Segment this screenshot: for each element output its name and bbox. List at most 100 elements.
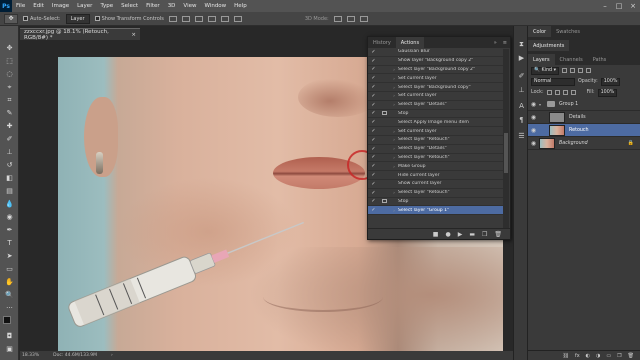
action-step-row[interactable]: ✓ Gaussian Blur [368, 48, 504, 57]
toggle-check-icon[interactable]: ✓ [368, 66, 379, 72]
new-group-icon[interactable]: ▭ [606, 353, 611, 359]
toggle-check-icon[interactable]: ✓ [368, 207, 379, 213]
toggle-check-icon[interactable]: ✓ [368, 84, 379, 90]
play-icon[interactable]: ▶ [458, 231, 463, 238]
3d-pan-icon[interactable] [359, 15, 368, 22]
action-step-row[interactable]: ✓ Stop [368, 110, 504, 119]
shape-tool-icon[interactable]: ▭ [4, 265, 15, 274]
panel-menu-icon[interactable]: ≡ [500, 37, 510, 48]
healing-brush-tool-icon[interactable]: ✚ [4, 122, 15, 131]
maximize-button[interactable]: □ [612, 0, 626, 12]
toggle-check-icon[interactable]: ✓ [368, 110, 379, 116]
visibility-eye-icon[interactable]: ◉ [528, 127, 539, 134]
blur-tool-icon[interactable]: 💧 [4, 200, 15, 209]
dodge-tool-icon[interactable]: ◉ [4, 213, 15, 222]
clone-stamp-tool-icon[interactable]: ⊥ [4, 148, 15, 157]
expand-arrow-icon[interactable]: › [390, 137, 398, 142]
photoshop-logo-icon[interactable]: Ps [0, 0, 12, 12]
eraser-tool-icon[interactable]: ◧ [4, 174, 15, 183]
expand-arrow-icon[interactable]: › [390, 146, 398, 151]
toggle-check-icon[interactable]: ✓ [368, 198, 379, 204]
toggle-check-icon[interactable]: ✓ [368, 75, 379, 81]
toggle-check-icon[interactable]: ✓ [368, 154, 379, 160]
record-icon[interactable]: ● [445, 231, 450, 238]
add-mask-icon[interactable]: ◐ [586, 353, 590, 359]
action-step-row[interactable]: ✓ › Select layer "Retouch" [368, 189, 504, 198]
zoom-level[interactable]: 18.33% [22, 353, 39, 358]
layer-style-icon[interactable]: fx [575, 353, 580, 359]
marquee-tool-icon[interactable]: ⬚ [4, 57, 15, 66]
collapse-panel-icon[interactable]: » [491, 37, 500, 48]
expand-arrow-icon[interactable]: › [390, 67, 398, 72]
tab-channels[interactable]: Channels [555, 54, 588, 65]
align-center-icon[interactable] [220, 15, 229, 22]
3d-rotate-icon[interactable] [333, 15, 342, 22]
menu-type[interactable]: Type [96, 3, 117, 9]
menu-image[interactable]: Image [48, 3, 73, 9]
toggle-check-icon[interactable]: ✓ [368, 102, 379, 108]
pen-tool-icon[interactable]: ✒ [4, 226, 15, 235]
scrollbar-thumb[interactable] [504, 133, 508, 173]
adjustment-layer-icon[interactable]: ◑ [596, 353, 600, 359]
action-step-row[interactable]: ✓ Show current layer [368, 180, 504, 189]
toggle-check-icon[interactable]: ✓ [368, 58, 379, 64]
zoom-tool-icon[interactable]: 🔍 [4, 291, 15, 300]
align-left-icon[interactable] [207, 15, 216, 22]
layer-retouch[interactable]: ◉ Retouch [528, 124, 640, 137]
toggle-check-icon[interactable]: ✓ [368, 49, 379, 55]
close-window-button[interactable]: × [626, 0, 640, 12]
toggle-check-icon[interactable]: ✓ [368, 181, 379, 187]
layer-group-1[interactable]: ◉ ▾ Group 1 [528, 98, 640, 111]
move-tool-icon[interactable]: ✥ [4, 44, 15, 53]
filter-pixel-icon[interactable] [562, 68, 568, 73]
minimize-button[interactable]: – [598, 0, 612, 12]
action-step-row[interactable]: ✓ › Select layer "Details" [368, 101, 504, 110]
expand-arrow-icon[interactable]: › [390, 76, 398, 81]
action-step-row[interactable]: ✓ › Set current layer [368, 92, 504, 101]
document-tab[interactable]: zzxccxr.jpg @ 18.1% (Retouch, RGB/8#) * … [20, 28, 140, 41]
action-step-row[interactable]: ✓ › Make Group [368, 162, 504, 172]
expand-chevron-icon[interactable]: ▾ [539, 102, 541, 107]
lock-all-icon[interactable] [570, 90, 576, 95]
expand-arrow-icon[interactable]: › [390, 190, 398, 195]
action-step-row[interactable]: ✓ Hide current layer [368, 171, 504, 180]
toggle-check-icon[interactable]: ✓ [368, 146, 379, 152]
action-step-row[interactable]: ✓ › Select layer "Background copy 2" [368, 66, 504, 75]
new-layer-icon[interactable]: ❐ [617, 353, 621, 359]
actions-scrollbar[interactable] [503, 49, 509, 229]
expand-arrow-icon[interactable]: › [390, 155, 398, 160]
new-set-icon[interactable]: ▬ [469, 231, 475, 238]
actions-panel-icon[interactable]: ▶ [517, 54, 526, 63]
history-brush-tool-icon[interactable]: ↺ [4, 161, 15, 170]
delete-icon[interactable]: 🗑 [494, 231, 502, 238]
kind-filter-dropdown[interactable]: 🔍 Kind ▾ [531, 66, 560, 75]
layer-details[interactable]: ◉ Details [528, 111, 640, 124]
toggle-check-icon[interactable]: ✓ [368, 163, 379, 169]
tab-history[interactable]: History [368, 37, 396, 48]
menu-view[interactable]: View [179, 3, 200, 9]
layer-background[interactable]: ◉ Background 🔒 [528, 137, 640, 150]
quick-mask-icon[interactable]: ◘ [4, 332, 15, 341]
action-step-row[interactable]: ✓ › Select layer "Retouch" [368, 154, 504, 163]
action-step-row[interactable]: ✓ › Select layer "Retouch" [368, 136, 504, 145]
delete-layer-icon[interactable]: 🗑 [628, 353, 634, 359]
expand-arrow-icon[interactable]: › [390, 93, 398, 98]
align-bottom-icon[interactable] [194, 15, 203, 22]
actions-panel[interactable]: History Actions » ≡ ✓ Gaussian Blur ✓ Show … [367, 36, 511, 240]
toggle-check-icon[interactable]: ✓ [368, 119, 379, 125]
quick-select-tool-icon[interactable]: ⌖ [4, 83, 15, 92]
lock-position-icon[interactable] [562, 90, 568, 95]
auto-select-dropdown[interactable]: Layer [65, 13, 90, 24]
action-step-row[interactable]: ✓ › Set current layer [368, 74, 504, 84]
path-select-tool-icon[interactable]: ➤ [4, 252, 15, 261]
hand-tool-icon[interactable]: ✋ [4, 278, 15, 287]
auto-select-checkbox[interactable]: Auto-Select: [23, 15, 61, 22]
filter-type-icon[interactable] [578, 68, 584, 73]
paragraph-panel-icon[interactable]: ¶ [517, 116, 526, 125]
menu-3d[interactable]: 3D [164, 3, 180, 9]
close-document-icon[interactable]: × [131, 32, 136, 38]
dialog-toggle-icon[interactable] [379, 111, 390, 116]
toggle-check-icon[interactable]: ✓ [368, 93, 379, 99]
history-panel-icon[interactable]: ⧗ [517, 40, 526, 49]
menu-edit[interactable]: Edit [29, 3, 48, 9]
